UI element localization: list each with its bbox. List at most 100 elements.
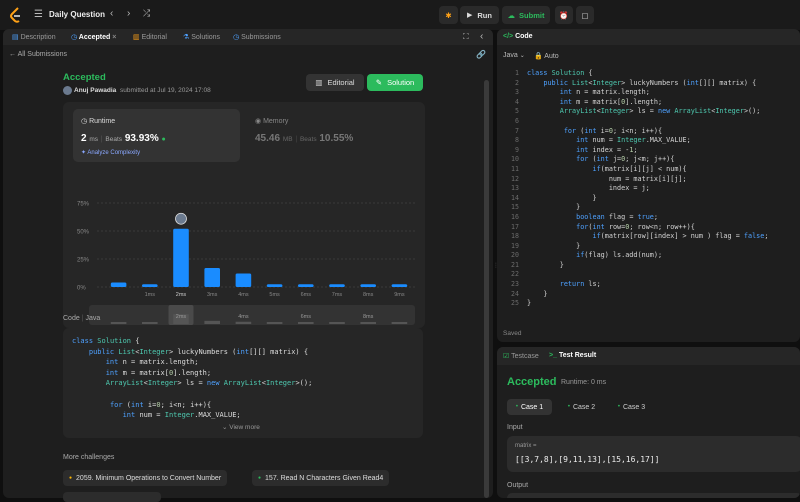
- minimap-bar: [266, 322, 283, 324]
- timer-button[interactable]: ⏰: [555, 6, 573, 24]
- code-preview-line: class Solution {: [72, 337, 140, 345]
- challenge-link-3[interactable]: [63, 492, 161, 502]
- case-tab-3[interactable]: • Case 3: [609, 399, 654, 415]
- runtime-chart-svg: 75% 50% 25% 0% 1ms 2ms 3ms 4ms 5ms 6ms 7ms 8ms 9ms 2m…: [77, 202, 415, 325]
- x-tick-label: 6ms: [301, 292, 312, 298]
- editor-line: 24 }: [499, 290, 800, 300]
- submitter-name[interactable]: Anuj Pawadia: [74, 87, 116, 94]
- chart-bar[interactable]: [391, 284, 408, 287]
- x-tick-label: 8ms: [363, 292, 374, 298]
- next-problem-icon[interactable]: ›: [127, 8, 130, 19]
- tab-test-result[interactable]: >_ Test Result: [549, 352, 596, 359]
- output-box: [507, 493, 800, 498]
- chart-bar[interactable]: [110, 282, 127, 287]
- language-select[interactable]: Java ⌄: [503, 52, 525, 59]
- editor-line: 12 num = matrix[i][j];: [499, 175, 800, 185]
- tab-solutions[interactable]: ⚗ Solutions: [183, 33, 220, 41]
- code-line: for(int row=0; row<n; row++){: [576, 222, 695, 231]
- solution-button[interactable]: ✎ Solution: [367, 74, 423, 91]
- collapse-icon[interactable]: ‹: [480, 31, 483, 42]
- link-icon[interactable]: 🔗: [476, 50, 486, 59]
- view-more-button[interactable]: ⌄ View more: [222, 423, 260, 431]
- submit-button[interactable]: ☁ Submit: [502, 6, 550, 24]
- code-preview-line: int num = Integer.MAX_VALUE;: [122, 411, 241, 420]
- editor-line: 10 for (int j=0; j<m; j++){: [499, 155, 800, 165]
- editor-line: 4 int m = matrix[0].length;: [499, 98, 800, 108]
- tab-testcase[interactable]: ☑ Testcase: [503, 352, 539, 360]
- chart-bar[interactable]: [142, 284, 158, 287]
- problem-list-title[interactable]: Daily Question: [49, 10, 105, 19]
- chart-bar[interactable]: [204, 267, 220, 287]
- line-number: 18: [511, 232, 519, 241]
- memory-title[interactable]: ◉ Memory: [255, 117, 288, 125]
- minimap-bar: [142, 322, 158, 324]
- prev-problem-icon[interactable]: ‹: [110, 8, 113, 19]
- line-number: 15: [511, 203, 519, 212]
- minimap-bar: [329, 322, 345, 324]
- chart-bar[interactable]: [329, 284, 345, 287]
- editorial-button[interactable]: ▥ Editorial: [306, 74, 364, 91]
- code-preview: class Solution { public List<Integer> lu…: [63, 328, 423, 438]
- auto-mode[interactable]: 🔒 Auto: [534, 52, 559, 60]
- line-number: 7: [515, 126, 519, 135]
- challenge-link-1[interactable]: ● 2059. Minimum Operations to Convert Num…: [63, 470, 228, 486]
- chart-bar[interactable]: [173, 228, 189, 287]
- code-editor-panel: </> Code Java ⌄ 🔒 Auto 1 class Solution {…: [497, 29, 800, 342]
- left-scrollbar[interactable]: [484, 80, 489, 498]
- line-number: 4: [515, 97, 519, 106]
- case-tab-1[interactable]: • Case 1: [507, 399, 552, 415]
- code-line: ArrayList<Integer> ls = new ArrayList<In…: [559, 107, 761, 116]
- submission-status: Accepted: [63, 72, 106, 83]
- line-number: 16: [511, 212, 519, 221]
- code-editor[interactable]: 1 class Solution {2 public List<Integer> …: [499, 69, 800, 319]
- debug-button[interactable]: ✱: [439, 6, 458, 24]
- result-runtime: Runtime: 0 ms: [561, 379, 607, 386]
- cloud-upload-icon: ☁: [507, 10, 516, 20]
- editor-line: 8 int num = Integer.MAX_VALUE;: [499, 136, 800, 146]
- runtime-distribution-chart: 75% 50% 25% 0% 1ms 2ms 3ms 4ms 5ms 6ms 7ms 8ms 9ms 2m…: [63, 169, 425, 329]
- editor-line: 14 }: [499, 194, 800, 204]
- notes-button[interactable]: ▢: [576, 6, 594, 24]
- challenge-link-2[interactable]: ● 157. Read N Characters Given Read4: [252, 470, 390, 486]
- chart-bar[interactable]: [298, 284, 314, 287]
- panel-resize-handle[interactable]: ⋮: [493, 262, 499, 272]
- tab-accepted[interactable]: ◷ Accepted ×: [71, 33, 116, 41]
- close-tab-icon[interactable]: ×: [112, 34, 116, 41]
- case-tab-2[interactable]: • Case 2: [559, 399, 604, 415]
- tab-editorial[interactable]: ▥ Editorial: [133, 33, 167, 41]
- run-button[interactable]: ▶ Run: [460, 6, 499, 24]
- result-status: Accepted: [507, 376, 557, 388]
- line-number: 6: [515, 116, 519, 125]
- chart-bar[interactable]: [360, 284, 376, 287]
- minimap-bar: [204, 320, 220, 324]
- editor-line: 13 index = j;: [499, 184, 800, 194]
- input-var-value: [[3,7,8],[9,11,13],[15,16,17]]: [515, 455, 660, 464]
- input-var-name: matrix =: [515, 443, 537, 449]
- leetcode-logo[interactable]: [9, 7, 23, 23]
- editor-line: 18 if(matrix[row][index] > num ) flag = …: [499, 232, 800, 242]
- code-line: int index = -1;: [576, 145, 638, 154]
- shuffle-icon[interactable]: ⤮: [143, 8, 150, 19]
- analyze-complexity-link[interactable]: ✦ Analyze Complexity: [81, 149, 140, 156]
- tab-code[interactable]: </> Code: [503, 33, 533, 40]
- code-line: if(matrix[row][index] > num ) flag = fal…: [592, 232, 769, 241]
- test-result-panel: ☑ Testcase >_ Test Result Accepted Runti…: [497, 347, 800, 498]
- editor-line: 25}: [499, 299, 800, 309]
- input-box: [507, 436, 800, 472]
- flask-icon: ⚗: [183, 34, 190, 41]
- tab-submissions[interactable]: ◷ Submissions: [233, 33, 281, 41]
- code-line: class Solution {: [527, 69, 593, 77]
- back-to-submissions[interactable]: ← All Submissions: [9, 51, 67, 58]
- y-tick-label: 0%: [77, 286, 86, 292]
- y-tick-label: 75%: [77, 202, 90, 208]
- expand-icon[interactable]: ⛶: [463, 32, 469, 42]
- editor-line: 22: [499, 270, 800, 280]
- chart-bar[interactable]: [235, 273, 252, 287]
- difficulty-dot-icon: ●: [258, 475, 262, 481]
- line-number: 2: [515, 78, 519, 87]
- code-preview-line: public List<Integer> luckyNumbers (int[]…: [88, 347, 309, 356]
- tab-description[interactable]: ▤ Description: [12, 33, 56, 41]
- line-number: 8: [515, 136, 519, 145]
- list-icon[interactable]: ☰: [34, 9, 43, 20]
- chart-bar[interactable]: [266, 284, 283, 287]
